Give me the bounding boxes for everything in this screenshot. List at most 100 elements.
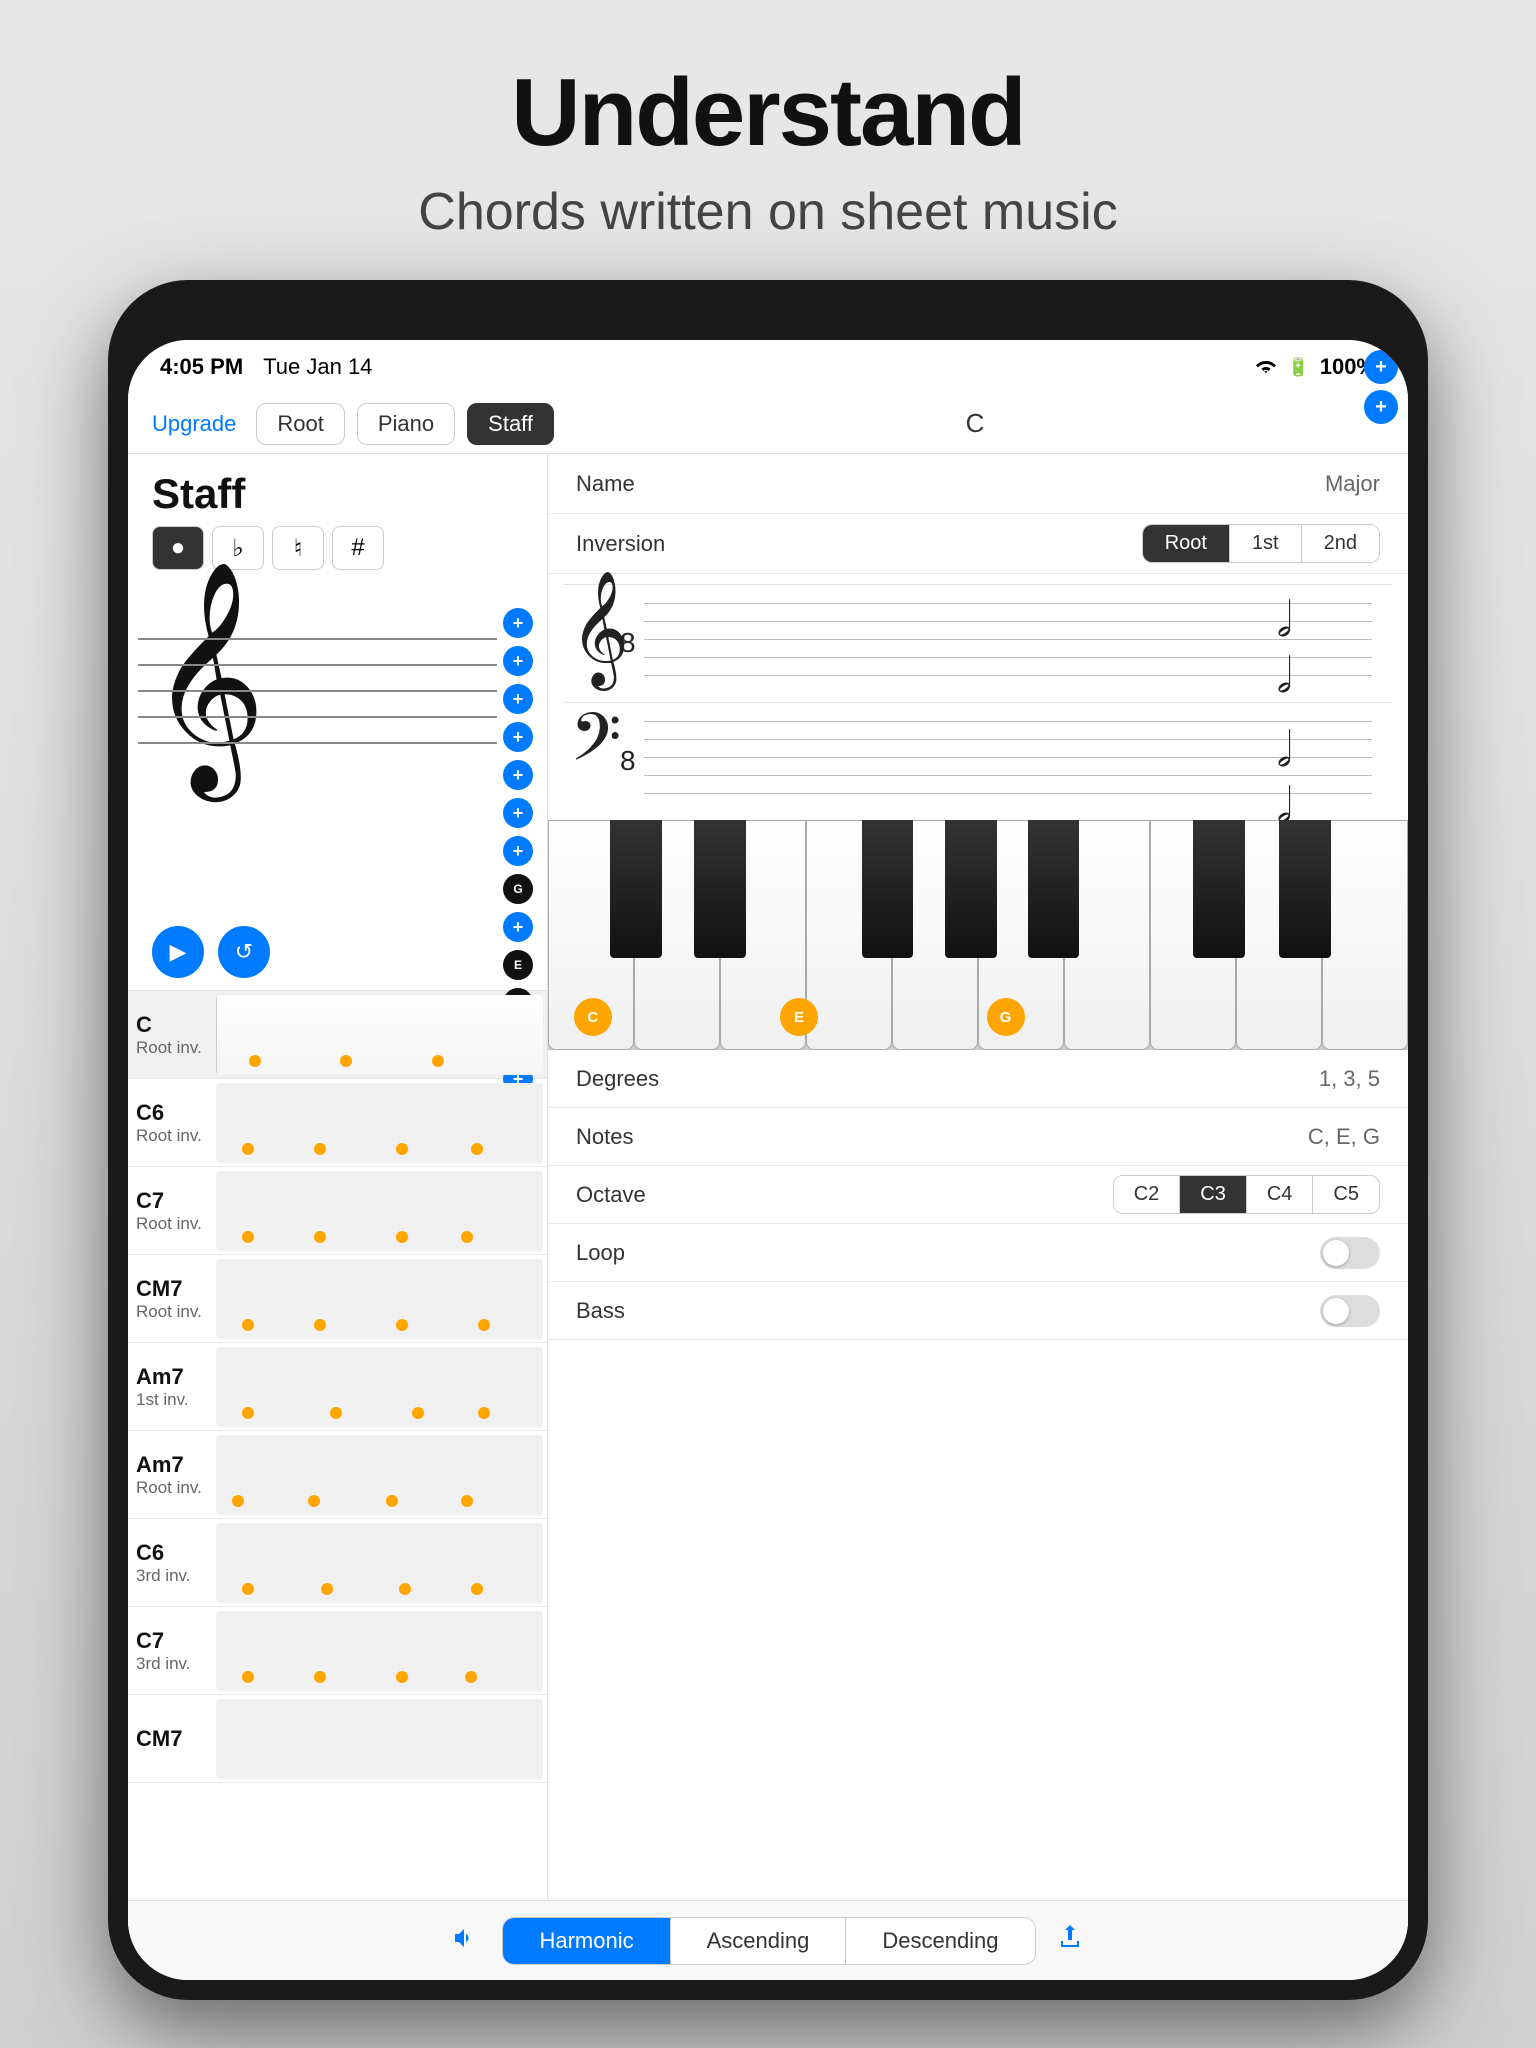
tab-piano[interactable]: Piano <box>357 403 455 445</box>
octave-buttons: C2 C3 C4 C5 <box>1113 1175 1380 1214</box>
inversion-buttons: Root 1st 2nd <box>1142 524 1380 563</box>
chord-item-c6-3rd[interactable]: C6 3rd inv. <box>128 1519 547 1607</box>
inversion-2nd-btn[interactable]: 2nd <box>1301 525 1379 562</box>
main-content: Staff ● ♭ ♮ # + + 𝄞 <box>128 454 1408 1980</box>
mini-piano-c7-3rd <box>216 1611 543 1691</box>
mini-piano-cm7-bottom <box>216 1699 543 1779</box>
piano-dot-e: E <box>780 998 818 1036</box>
treble-clef-symbol: 𝄞 <box>148 578 266 778</box>
accidental-sharp[interactable]: # <box>332 526 384 570</box>
status-bar: 4:05 PM Tue Jan 14 🔋 100% <box>128 340 1408 394</box>
bass-8: 8 <box>620 745 636 777</box>
octave-c4-btn[interactable]: C4 <box>1246 1176 1313 1213</box>
chord-item-am7-1st[interactable]: Am7 1st inv. <box>128 1343 547 1431</box>
octave-c2-btn[interactable]: C2 <box>1114 1176 1180 1213</box>
mode-buttons: Harmonic Ascending Descending <box>548 1917 1036 1965</box>
bass-row: Bass <box>548 1282 1408 1340</box>
octave-c5-btn[interactable]: C5 <box>1312 1176 1379 1213</box>
bass-toggle[interactable] <box>1320 1295 1380 1327</box>
mode-ascending-btn[interactable]: Ascending <box>670 1918 846 1964</box>
accidental-whole[interactable]: ● <box>152 526 204 570</box>
octave-c3-btn[interactable]: C3 <box>1179 1176 1246 1213</box>
chord-item-c7-root[interactable]: C7 Root inv. <box>128 1167 547 1255</box>
notes-label: Notes <box>576 1124 696 1150</box>
tab-root[interactable]: Root <box>256 403 344 445</box>
treble-8: 8 <box>620 627 636 659</box>
octave-row: Octave C2 C3 C4 C5 <box>548 1166 1408 1224</box>
inversion-1st-btn[interactable]: 1st <box>1229 525 1301 562</box>
left-panel: Staff ● ♭ ♮ # + + 𝄞 <box>128 454 548 1980</box>
chord-item-cm7-root[interactable]: CM7 Root inv. <box>128 1255 547 1343</box>
device-screen: 4:05 PM Tue Jan 14 🔋 100% Upgrade Root P… <box>128 340 1408 1980</box>
chord-item-c-root[interactable]: C Root inv. <box>128 991 547 1079</box>
chord-item-cm7-bottom[interactable]: CM7 <box>128 1695 547 1783</box>
status-time: 4:05 PM <box>160 354 243 380</box>
staff-plus-3[interactable]: + <box>503 684 533 714</box>
page-title: Understand <box>0 60 1536 166</box>
staff-plus-7[interactable]: + <box>503 836 533 866</box>
staff-notation-area: 𝄞 + + + + + <box>138 578 537 918</box>
staff-plus-8[interactable]: + <box>503 912 533 942</box>
chord-item-c6-root[interactable]: C6 Root inv. <box>128 1079 547 1167</box>
chord-item-c7-3rd[interactable]: C7 3rd inv. <box>128 1607 547 1695</box>
mini-piano-c6-3rd <box>216 1523 543 1603</box>
inversion-row: Inversion Root 1st 2nd <box>548 514 1408 574</box>
degrees-row: Degrees 1, 3, 5 <box>548 1050 1408 1108</box>
nav-bar: Upgrade Root Piano Staff C <box>128 394 1408 454</box>
chord-center-label: C <box>566 408 1384 439</box>
playback-row: ▶ ↺ <box>128 918 547 990</box>
name-row: Name Major <box>548 454 1408 514</box>
play-button[interactable]: ▶ <box>152 926 204 978</box>
mode-harmonic-btn[interactable]: Harmonic <box>548 1918 670 1964</box>
name-label: Name <box>576 471 726 497</box>
bass-chord-notation: 𝅗𝅥𝅗𝅥 <box>1277 723 1292 835</box>
inversion-label: Inversion <box>576 531 726 557</box>
mini-piano-am7-1st <box>216 1347 543 1427</box>
mini-piano-cm7 <box>216 1259 543 1339</box>
mode-descending-btn[interactable]: Descending <box>845 1918 1034 1964</box>
status-date: Tue Jan 14 <box>263 354 372 380</box>
bass-label: Bass <box>576 1298 696 1324</box>
reset-button[interactable]: ↺ <box>218 926 270 978</box>
piano-dot-c: C <box>574 998 612 1036</box>
mini-piano-c6 <box>216 1083 543 1163</box>
piano-dot-g: G <box>987 998 1025 1036</box>
page-subtitle: Chords written on sheet music <box>0 182 1536 242</box>
staff-title: Staff <box>128 454 547 526</box>
staff-plus-4[interactable]: + <box>503 722 533 752</box>
device-frame: 4:05 PM Tue Jan 14 🔋 100% Upgrade Root P… <box>108 280 1428 2000</box>
loop-label: Loop <box>576 1240 696 1266</box>
name-value: Major <box>1325 471 1380 497</box>
chord-list: C Root inv. <box>128 990 547 1783</box>
bass-staff-section: 𝄢 8 𝅗𝅥𝅗𝅥 <box>548 698 1408 820</box>
inversion-root-btn[interactable]: Root <box>1143 525 1229 562</box>
note-G-btn[interactable]: G <box>503 874 533 904</box>
mini-piano-am7-root <box>216 1435 543 1515</box>
chord-name: C <box>136 1012 216 1038</box>
tab-staff[interactable]: Staff <box>467 403 554 445</box>
right-panel: Name Major Inversion Root 1st 2nd <box>548 454 1408 1980</box>
bottom-bar: Harmonic Ascending Descending <box>548 1900 1408 1980</box>
staff-plus-1[interactable]: + <box>503 608 533 638</box>
piano-keyboard: C E G <box>548 820 1408 1050</box>
upgrade-button[interactable]: Upgrade <box>152 411 236 437</box>
notes-value: C, E, G <box>1308 1124 1380 1150</box>
loop-toggle[interactable] <box>1320 1237 1380 1269</box>
mini-piano-c7 <box>216 1171 543 1251</box>
chord-item-am7-root[interactable]: Am7 Root inv. <box>128 1431 547 1519</box>
bass-clef-right: 𝄢 <box>570 707 621 787</box>
treble-staff-section: 𝄞 8 𝅗𝅥𝅗𝅥 <box>548 574 1408 698</box>
degrees-value: 1, 3, 5 <box>1319 1066 1380 1092</box>
note-E-btn[interactable]: E <box>503 950 533 980</box>
share-button[interactable] <box>1056 1923 1084 1958</box>
staff-plus-6[interactable]: + <box>503 798 533 828</box>
octave-label: Octave <box>576 1182 696 1208</box>
bass-staff-display: 𝄢 8 𝅗𝅥𝅗𝅥 <box>564 702 1392 812</box>
accidental-natural[interactable]: ♮ <box>272 526 324 570</box>
wifi-icon <box>1255 354 1277 380</box>
degrees-label: Degrees <box>576 1066 696 1092</box>
bass-toggle-thumb <box>1323 1298 1349 1324</box>
staff-plus-2[interactable]: + <box>503 646 533 676</box>
staff-plus-5[interactable]: + <box>503 760 533 790</box>
accidental-flat[interactable]: ♭ <box>212 526 264 570</box>
